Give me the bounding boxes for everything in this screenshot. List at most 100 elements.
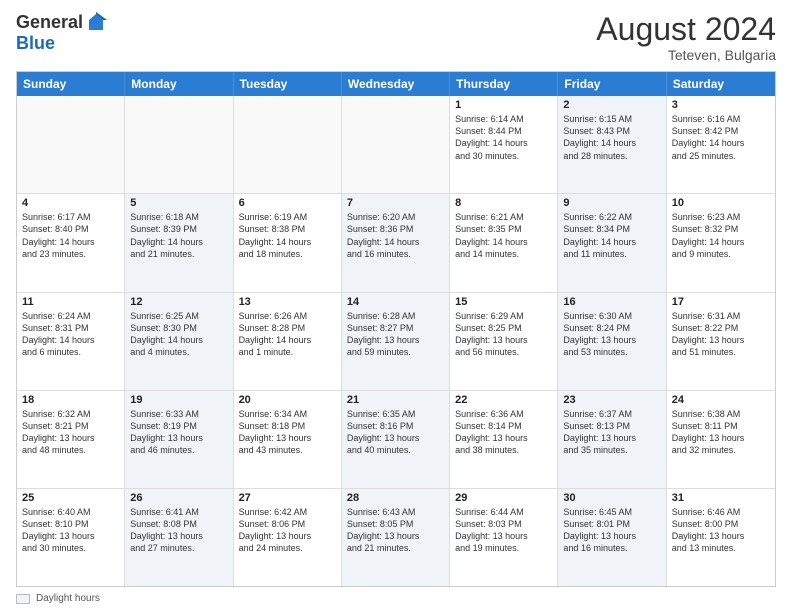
weekday-header: Sunday: [17, 72, 125, 96]
day-number: 31: [672, 492, 770, 504]
day-number: 6: [239, 197, 336, 209]
calendar-cell: [125, 96, 233, 193]
logo: General Blue: [16, 12, 107, 54]
cell-info: Sunrise: 6:23 AM Sunset: 8:32 PM Dayligh…: [672, 211, 770, 260]
calendar-cell: 6Sunrise: 6:19 AM Sunset: 8:38 PM Daylig…: [234, 194, 342, 291]
calendar-cell: 8Sunrise: 6:21 AM Sunset: 8:35 PM Daylig…: [450, 194, 558, 291]
calendar-cell: 5 Sunrise: 6:18 AM Sunset: 8:39 PM Daylig…: [125, 194, 233, 291]
shaded-box: [16, 594, 30, 604]
calendar-cell: 23Sunrise: 6:37 AM Sunset: 8:13 PM Dayli…: [558, 391, 666, 488]
cell-info: Sunrise: 6:34 AM Sunset: 8:18 PM Dayligh…: [239, 408, 336, 457]
weekday-header: Saturday: [667, 72, 775, 96]
day-number: 2: [563, 99, 660, 111]
calendar-cell: 30 Sunrise: 6:45 AM Sunset: 8:01 PM Dayli…: [558, 489, 666, 586]
day-number: 5: [130, 197, 227, 209]
calendar-cell: [342, 96, 450, 193]
cell-info: Sunrise: 6:37 AM Sunset: 8:13 PM Dayligh…: [563, 408, 660, 457]
cell-info: Sunrise: 6:20 AM Sunset: 8:36 PM Dayligh…: [347, 211, 444, 260]
cell-info: Sunrise: 6:17 AM Sunset: 8:40 PM Dayligh…: [22, 211, 119, 260]
page: General Blue August 2024 Teteven, Bulgar…: [0, 0, 792, 612]
day-number: 22: [455, 394, 552, 406]
calendar-cell: [17, 96, 125, 193]
calendar-week: 11 Sunrise: 6:24 AM Sunset: 8:31 PM Dayli…: [17, 293, 775, 391]
day-number: 17: [672, 296, 770, 308]
calendar-cell: 11 Sunrise: 6:24 AM Sunset: 8:31 PM Dayli…: [17, 293, 125, 390]
calendar-cell: 15 Sunrise: 6:29 AM Sunset: 8:25 PM Dayli…: [450, 293, 558, 390]
day-number: 25: [22, 492, 119, 504]
calendar-header: SundayMondayTuesdayWednesdayThursdayFrid…: [17, 72, 775, 96]
calendar: SundayMondayTuesdayWednesdayThursdayFrid…: [16, 71, 776, 587]
day-number: 16: [563, 296, 660, 308]
day-number: 7: [347, 197, 444, 209]
calendar-cell: 3Sunrise: 6:16 AM Sunset: 8:42 PM Daylig…: [667, 96, 775, 193]
header: General Blue August 2024 Teteven, Bulgar…: [16, 12, 776, 63]
day-number: 11: [22, 296, 119, 308]
calendar-cell: 10 Sunrise: 6:23 AM Sunset: 8:32 PM Dayli…: [667, 194, 775, 291]
calendar-cell: 4 Sunrise: 6:17 AM Sunset: 8:40 PM Daylig…: [17, 194, 125, 291]
day-number: 27: [239, 492, 336, 504]
cell-info: Sunrise: 6:18 AM Sunset: 8:39 PM Dayligh…: [130, 211, 227, 260]
calendar-week: 25 Sunrise: 6:40 AM Sunset: 8:10 PM Dayli…: [17, 489, 775, 586]
cell-info: Sunrise: 6:42 AM Sunset: 8:06 PM Dayligh…: [239, 506, 336, 555]
cell-info: Sunrise: 6:43 AM Sunset: 8:05 PM Dayligh…: [347, 506, 444, 555]
day-number: 26: [130, 492, 227, 504]
calendar-cell: 17Sunrise: 6:31 AM Sunset: 8:22 PM Dayli…: [667, 293, 775, 390]
calendar-cell: 27 Sunrise: 6:42 AM Sunset: 8:06 PM Dayli…: [234, 489, 342, 586]
weekday-header: Friday: [558, 72, 666, 96]
calendar-cell: 31Sunrise: 6:46 AM Sunset: 8:00 PM Dayli…: [667, 489, 775, 586]
calendar-week: 1 Sunrise: 6:14 AM Sunset: 8:44 PM Daylig…: [17, 96, 775, 194]
calendar-cell: [234, 96, 342, 193]
calendar-cell: 19Sunrise: 6:33 AM Sunset: 8:19 PM Dayli…: [125, 391, 233, 488]
calendar-cell: 7 Sunrise: 6:20 AM Sunset: 8:36 PM Daylig…: [342, 194, 450, 291]
cell-info: Sunrise: 6:32 AM Sunset: 8:21 PM Dayligh…: [22, 408, 119, 457]
cell-info: Sunrise: 6:28 AM Sunset: 8:27 PM Dayligh…: [347, 310, 444, 359]
day-number: 4: [22, 197, 119, 209]
day-number: 18: [22, 394, 119, 406]
cell-info: Sunrise: 6:41 AM Sunset: 8:08 PM Dayligh…: [130, 506, 227, 555]
cell-info: Sunrise: 6:38 AM Sunset: 8:11 PM Dayligh…: [672, 408, 770, 457]
logo-general: General: [16, 13, 83, 33]
calendar-cell: 21 Sunrise: 6:35 AM Sunset: 8:16 PM Dayli…: [342, 391, 450, 488]
day-number: 28: [347, 492, 444, 504]
cell-info: Sunrise: 6:24 AM Sunset: 8:31 PM Dayligh…: [22, 310, 119, 359]
weekday-header: Monday: [125, 72, 233, 96]
cell-info: Sunrise: 6:25 AM Sunset: 8:30 PM Dayligh…: [130, 310, 227, 359]
weekday-header: Thursday: [450, 72, 558, 96]
day-number: 29: [455, 492, 552, 504]
cell-info: Sunrise: 6:35 AM Sunset: 8:16 PM Dayligh…: [347, 408, 444, 457]
cell-info: Sunrise: 6:22 AM Sunset: 8:34 PM Dayligh…: [563, 211, 660, 260]
weekday-header: Tuesday: [234, 72, 342, 96]
cell-info: Sunrise: 6:26 AM Sunset: 8:28 PM Dayligh…: [239, 310, 336, 359]
calendar-cell: 9 Sunrise: 6:22 AM Sunset: 8:34 PM Daylig…: [558, 194, 666, 291]
cell-info: Sunrise: 6:40 AM Sunset: 8:10 PM Dayligh…: [22, 506, 119, 555]
cell-info: Sunrise: 6:45 AM Sunset: 8:01 PM Dayligh…: [563, 506, 660, 555]
cell-info: Sunrise: 6:29 AM Sunset: 8:25 PM Dayligh…: [455, 310, 552, 359]
calendar-cell: 2Sunrise: 6:15 AM Sunset: 8:43 PM Daylig…: [558, 96, 666, 193]
day-number: 10: [672, 197, 770, 209]
calendar-week: 18 Sunrise: 6:32 AM Sunset: 8:21 PM Dayli…: [17, 391, 775, 489]
day-number: 14: [347, 296, 444, 308]
calendar-week: 4 Sunrise: 6:17 AM Sunset: 8:40 PM Daylig…: [17, 194, 775, 292]
day-number: 20: [239, 394, 336, 406]
weekday-header: Wednesday: [342, 72, 450, 96]
day-number: 13: [239, 296, 336, 308]
logo-icon: [85, 12, 107, 34]
cell-info: Sunrise: 6:30 AM Sunset: 8:24 PM Dayligh…: [563, 310, 660, 359]
day-number: 30: [563, 492, 660, 504]
cell-info: Sunrise: 6:14 AM Sunset: 8:44 PM Dayligh…: [455, 113, 552, 162]
day-number: 3: [672, 99, 770, 111]
cell-info: Sunrise: 6:36 AM Sunset: 8:14 PM Dayligh…: [455, 408, 552, 457]
footer: Daylight hours: [16, 593, 776, 604]
day-number: 9: [563, 197, 660, 209]
day-number: 15: [455, 296, 552, 308]
title-block: August 2024 Teteven, Bulgaria: [596, 12, 776, 63]
day-number: 1: [455, 99, 552, 111]
calendar-cell: 25 Sunrise: 6:40 AM Sunset: 8:10 PM Dayli…: [17, 489, 125, 586]
calendar-cell: 22 Sunrise: 6:36 AM Sunset: 8:14 PM Dayli…: [450, 391, 558, 488]
calendar-cell: 28 Sunrise: 6:43 AM Sunset: 8:05 PM Dayli…: [342, 489, 450, 586]
month-year: August 2024: [596, 12, 776, 47]
day-number: 19: [130, 394, 227, 406]
day-number: 21: [347, 394, 444, 406]
cell-info: Sunrise: 6:21 AM Sunset: 8:35 PM Dayligh…: [455, 211, 552, 260]
calendar-body: 1 Sunrise: 6:14 AM Sunset: 8:44 PM Daylig…: [17, 96, 775, 586]
